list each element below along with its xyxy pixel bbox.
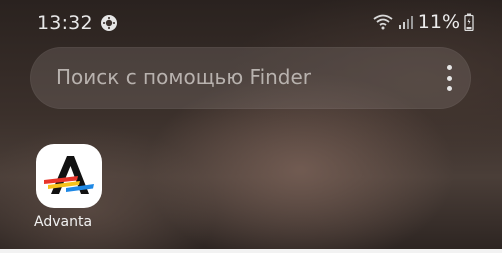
advanta-logo-icon[interactable]: [36, 144, 102, 208]
signal-icon: [398, 16, 413, 29]
battery-icon: [464, 13, 474, 31]
status-icons: 11%: [372, 11, 474, 33]
settings-notification-icon: [101, 15, 117, 31]
battery-percent: 11%: [417, 11, 460, 33]
app-label: Advanta: [34, 214, 93, 230]
wifi-icon: [373, 14, 393, 30]
search-placeholder[interactable]: Поиск с помощью Finder: [56, 65, 311, 89]
clock: 13:32: [37, 12, 93, 34]
status-bar: 13:32 11%: [0, 0, 502, 44]
bottom-edge: [0, 249, 502, 253]
more-options-icon[interactable]: [445, 65, 453, 91]
app-advanta[interactable]: Advanta: [34, 144, 102, 230]
finder-search-bar[interactable]: Поиск с помощью Finder: [30, 47, 471, 109]
